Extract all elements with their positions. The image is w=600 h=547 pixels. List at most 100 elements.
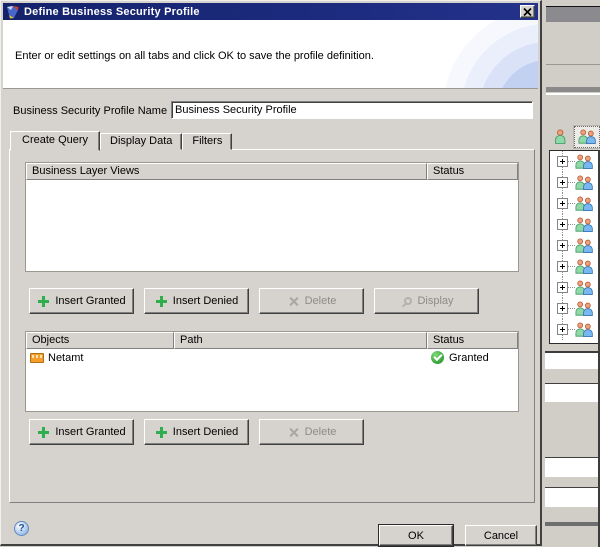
column-header-status[interactable]: Status: [427, 332, 518, 349]
expand-plus-icon[interactable]: [557, 324, 568, 335]
expand-plus-icon[interactable]: [557, 219, 568, 230]
ok-button[interactable]: OK: [379, 525, 453, 546]
button-icon: [155, 295, 168, 308]
dialog-title: Define Business Security Profile: [24, 5, 200, 18]
tab[interactable]: Create Query: [10, 131, 101, 151]
expand-plus-icon[interactable]: [557, 198, 568, 209]
user-group-icon: [574, 175, 595, 190]
action-button[interactable]: Display: [374, 288, 479, 314]
objects-table-body[interactable]: Netamt Granted: [26, 349, 518, 411]
background-window-row: [545, 384, 600, 402]
button-icon: [287, 426, 300, 439]
object-name: Netamt: [48, 351, 84, 364]
action-button[interactable]: Insert Granted: [29, 419, 134, 445]
background-window-row: [545, 488, 600, 507]
objects-button-row: Insert Granted Insert Denied Delete: [29, 419, 364, 445]
user-group-icon: [574, 259, 595, 274]
measure-icon: [30, 352, 44, 363]
button-label: Delete: [304, 295, 337, 307]
action-button[interactable]: Delete: [259, 288, 364, 314]
column-header-status[interactable]: Status: [427, 163, 518, 180]
cancel-button[interactable]: Cancel: [465, 525, 537, 546]
dialog-header: Enter or edit settings on all tabs and c…: [3, 20, 538, 89]
expand-plus-icon[interactable]: [557, 303, 568, 314]
granted-check-icon: [431, 351, 444, 364]
screen: Define Business Security Profile Enter o…: [0, 0, 600, 547]
tree-item[interactable]: [550, 214, 600, 235]
tree-item[interactable]: [550, 256, 600, 277]
column-header-business-layer-views[interactable]: Business Layer Views: [26, 163, 427, 180]
background-window-divider: [546, 93, 600, 95]
tab[interactable]: Display Data: [100, 133, 183, 150]
expand-plus-icon[interactable]: [557, 177, 568, 188]
expand-plus-icon[interactable]: [557, 282, 568, 293]
button-label: Insert Denied: [172, 295, 239, 307]
background-window-divider: [546, 64, 600, 65]
background-window-band: [546, 87, 600, 92]
tab-strip: Create Query Display Data Filters: [10, 131, 233, 151]
close-icon[interactable]: [520, 5, 535, 18]
column-header-objects[interactable]: Objects: [26, 332, 174, 349]
action-button[interactable]: Insert Denied: [144, 419, 249, 445]
action-button[interactable]: Delete: [259, 419, 364, 445]
button-label: Insert Granted: [55, 295, 126, 307]
dialog-titlebar[interactable]: Define Business Security Profile: [3, 3, 538, 20]
expand-plus-icon[interactable]: [557, 261, 568, 272]
user-group-icon: [574, 301, 595, 316]
background-window-row: [545, 457, 600, 477]
expand-plus-icon[interactable]: [557, 156, 568, 167]
user-group-icon: [574, 196, 595, 211]
object-path: [174, 349, 427, 366]
button-icon: [287, 295, 300, 308]
user-group-icon: [574, 217, 595, 232]
button-icon: [155, 426, 168, 439]
tree-item[interactable]: [550, 193, 600, 214]
tree-item[interactable]: [550, 151, 600, 172]
table-row[interactable]: Netamt Granted: [26, 349, 518, 366]
tree-item[interactable]: [550, 235, 600, 256]
button-label: Insert Denied: [172, 426, 239, 438]
tree-item[interactable]: [550, 298, 600, 319]
business-layer-views-table-header: Business Layer Views Status: [26, 163, 518, 180]
security-profile-app-icon: [6, 5, 20, 19]
button-icon: [37, 295, 50, 308]
button-label: Insert Granted: [55, 426, 126, 438]
user-group-icon: [574, 154, 595, 169]
tree-item[interactable]: [550, 277, 600, 298]
user-group-icon[interactable]: [574, 125, 600, 148]
background-window-row: [545, 351, 600, 369]
views-button-row: Insert Granted Insert Denied Delete Disp…: [29, 288, 479, 314]
background-window-band: [546, 6, 600, 22]
business-layer-views-table-body[interactable]: [26, 180, 518, 271]
user-icon[interactable]: [551, 126, 570, 148]
column-header-path[interactable]: Path: [174, 332, 427, 349]
create-query-tab-panel: Business Layer Views Status Insert Grant…: [9, 149, 535, 503]
background-toolbar: [551, 124, 600, 149]
background-window: [542, 0, 600, 547]
expand-plus-icon[interactable]: [557, 240, 568, 251]
objects-table: Objects Path Status Netamt Granted: [25, 331, 519, 412]
button-label: Display: [417, 295, 454, 307]
define-business-security-profile-dialog: Define Business Security Profile Enter o…: [0, 0, 542, 546]
button-icon: [37, 426, 50, 439]
help-icon[interactable]: [14, 521, 29, 536]
profile-name-label: Business Security Profile Name: [13, 105, 168, 117]
user-group-icon: [574, 238, 595, 253]
tab[interactable]: Filters: [182, 133, 233, 150]
background-window-row: [545, 369, 600, 384]
objects-table-header: Objects Path Status: [26, 332, 518, 349]
background-window-band: [545, 522, 600, 526]
tree-item[interactable]: [550, 319, 600, 340]
action-button[interactable]: Insert Denied: [144, 288, 249, 314]
business-layer-views-table: Business Layer Views Status: [25, 162, 519, 272]
action-button[interactable]: Insert Granted: [29, 288, 134, 314]
status-value: Granted: [449, 351, 489, 364]
profile-name-input[interactable]: [171, 101, 533, 119]
button-label: Delete: [304, 426, 337, 438]
tree-item[interactable]: [550, 172, 600, 193]
user-group-icon: [574, 280, 595, 295]
background-window-row: [545, 477, 600, 488]
background-user-group-tree: [549, 150, 600, 344]
button-icon: [399, 295, 413, 308]
user-group-icon: [574, 322, 595, 337]
